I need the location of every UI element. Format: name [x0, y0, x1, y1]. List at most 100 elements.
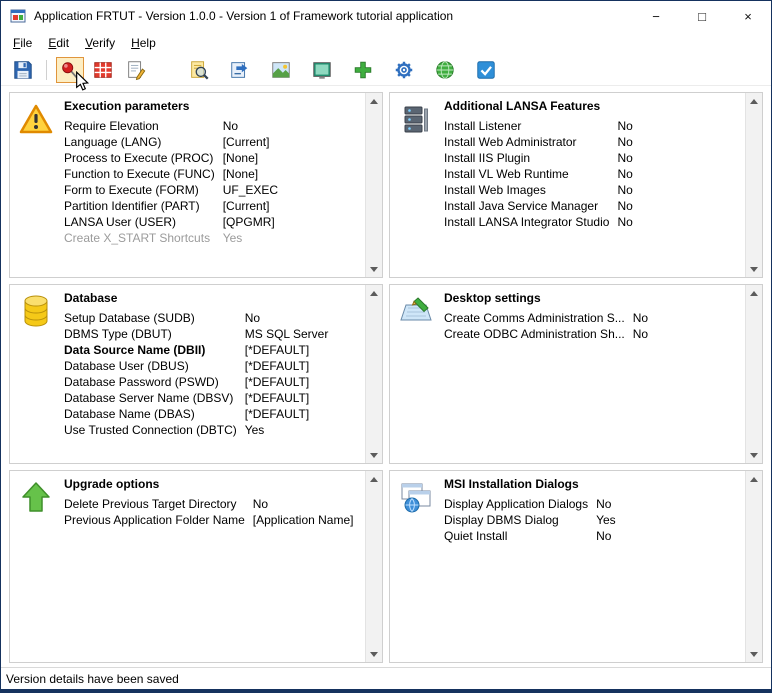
scrollbar[interactable]: [365, 93, 382, 277]
property-label: Partition Identifier (PART): [64, 199, 200, 213]
web-button[interactable]: [431, 57, 459, 83]
minimize-button[interactable]: −: [633, 1, 679, 31]
triangle-down-icon: [370, 266, 378, 272]
property-value[interactable]: [Application Name]: [253, 512, 361, 528]
panel-title: MSI Installation Dialogs: [444, 477, 579, 491]
scroll-up-button[interactable]: [365, 285, 382, 301]
menu-item-edit[interactable]: Edit: [40, 33, 77, 53]
scroll-down-button[interactable]: [745, 646, 762, 662]
find-button[interactable]: [185, 57, 213, 83]
desktop-settings-icon: [400, 297, 432, 321]
panel-title: Desktop settings: [444, 291, 541, 305]
property-value[interactable]: [None]: [223, 166, 361, 182]
verify-button[interactable]: [122, 57, 150, 83]
close-button[interactable]: ×: [725, 1, 771, 31]
property-value[interactable]: No: [617, 166, 741, 182]
property-value[interactable]: [None]: [223, 150, 361, 166]
images-button[interactable]: [267, 57, 295, 83]
triangle-down-icon: [750, 266, 758, 272]
toolbar: [1, 55, 771, 86]
property-value[interactable]: No: [617, 118, 741, 134]
property-label: Database Name (DBAS): [64, 407, 195, 421]
scroll-up-button[interactable]: [745, 285, 762, 301]
scroll-up-button[interactable]: [365, 471, 382, 487]
scroll-up-button[interactable]: [745, 93, 762, 109]
scrollbar[interactable]: [365, 285, 382, 463]
menu-item-file[interactable]: File: [5, 33, 40, 53]
property-value[interactable]: [Current]: [223, 198, 361, 214]
panel-upgrade-options: Upgrade options Delete Previous Target D…: [9, 470, 383, 663]
property-label: Display Application Dialogs: [444, 497, 589, 511]
property-label: Install IIS Plugin: [444, 151, 531, 165]
versions-button[interactable]: [89, 57, 117, 83]
server-stack-icon: [404, 106, 428, 133]
application-window: Application FRTUT - Version 1.0.0 - Vers…: [0, 0, 772, 693]
property-value[interactable]: UF_EXEC: [223, 182, 361, 198]
property-value[interactable]: No: [596, 496, 741, 512]
property-label: Create ODBC Administration Sh...: [444, 327, 625, 341]
pin-button[interactable]: [56, 57, 84, 83]
property-label: Database Password (PSWD): [64, 375, 219, 389]
property-value[interactable]: No: [617, 134, 741, 150]
property-value[interactable]: No: [223, 118, 361, 134]
deploy-button[interactable]: [472, 57, 500, 83]
property-value[interactable]: [*DEFAULT]: [245, 374, 361, 390]
triangle-up-icon: [370, 476, 378, 482]
property-value[interactable]: [*DEFAULT]: [245, 342, 361, 358]
panel-desktop-settings: Desktop settings Create Comms Administra…: [389, 284, 763, 464]
property-value[interactable]: Yes: [223, 230, 361, 246]
scrollbar[interactable]: [745, 471, 762, 662]
maximize-button[interactable]: □: [679, 1, 725, 31]
property-label: Install VL Web Runtime: [444, 167, 569, 181]
property-value[interactable]: [QPGMR]: [223, 214, 361, 230]
scroll-down-button[interactable]: [365, 447, 382, 463]
property-value[interactable]: No: [617, 214, 741, 230]
scroll-down-button[interactable]: [365, 646, 382, 662]
property-label: Previous Application Folder Name: [64, 513, 245, 527]
save-button[interactable]: [9, 57, 37, 83]
property-value[interactable]: [*DEFAULT]: [245, 390, 361, 406]
export-button[interactable]: [226, 57, 254, 83]
scroll-up-button[interactable]: [745, 471, 762, 487]
triangle-up-icon: [750, 476, 758, 482]
menu-item-verify[interactable]: Verify: [77, 33, 123, 53]
settings-button[interactable]: [390, 57, 418, 83]
property-value[interactable]: [Current]: [223, 134, 361, 150]
panel-title: Database: [64, 291, 118, 305]
panel-additional-lansa-features: Additional LANSA Features Install Listen…: [389, 92, 763, 278]
find-icon: [191, 61, 209, 80]
scrollbar[interactable]: [745, 285, 762, 463]
property-value[interactable]: No: [245, 310, 361, 326]
property-value[interactable]: No: [617, 198, 741, 214]
panel-execution-parameters: Execution parameters Require Elevation No…: [9, 92, 383, 278]
property-label: LANSA User (USER): [64, 215, 177, 229]
property-value[interactable]: No: [253, 496, 361, 512]
title-bar[interactable]: Application FRTUT - Version 1.0.0 - Vers…: [1, 1, 771, 31]
add-button[interactable]: [349, 57, 377, 83]
property-value[interactable]: No: [633, 326, 741, 342]
menu-item-help[interactable]: Help: [123, 33, 164, 53]
media-button[interactable]: [308, 57, 336, 83]
panel-database: Database Setup Database (SUDB) No DBMS Typ…: [9, 284, 383, 464]
scrollbar[interactable]: [745, 93, 762, 277]
property-value[interactable]: [*DEFAULT]: [245, 406, 361, 422]
export-icon: [231, 62, 248, 78]
scroll-down-button[interactable]: [745, 447, 762, 463]
property-value[interactable]: Yes: [245, 422, 361, 438]
scroll-up-button[interactable]: [365, 93, 382, 109]
save-icon: [14, 61, 32, 79]
scroll-down-button[interactable]: [365, 261, 382, 277]
property-value[interactable]: No: [617, 182, 741, 198]
property-value[interactable]: Yes: [596, 512, 741, 528]
msi-dialogs-icon: [401, 483, 431, 513]
scroll-down-button[interactable]: [745, 261, 762, 277]
property-value[interactable]: No: [617, 150, 741, 166]
scrollbar[interactable]: [365, 471, 382, 662]
property-value[interactable]: MS SQL Server: [245, 326, 361, 342]
property-value[interactable]: No: [596, 528, 741, 544]
property-value[interactable]: [*DEFAULT]: [245, 358, 361, 374]
globe-icon: [436, 61, 454, 79]
pin-icon: [62, 62, 79, 79]
status-bar: Version details have been saved: [1, 667, 771, 689]
property-value[interactable]: No: [633, 310, 741, 326]
